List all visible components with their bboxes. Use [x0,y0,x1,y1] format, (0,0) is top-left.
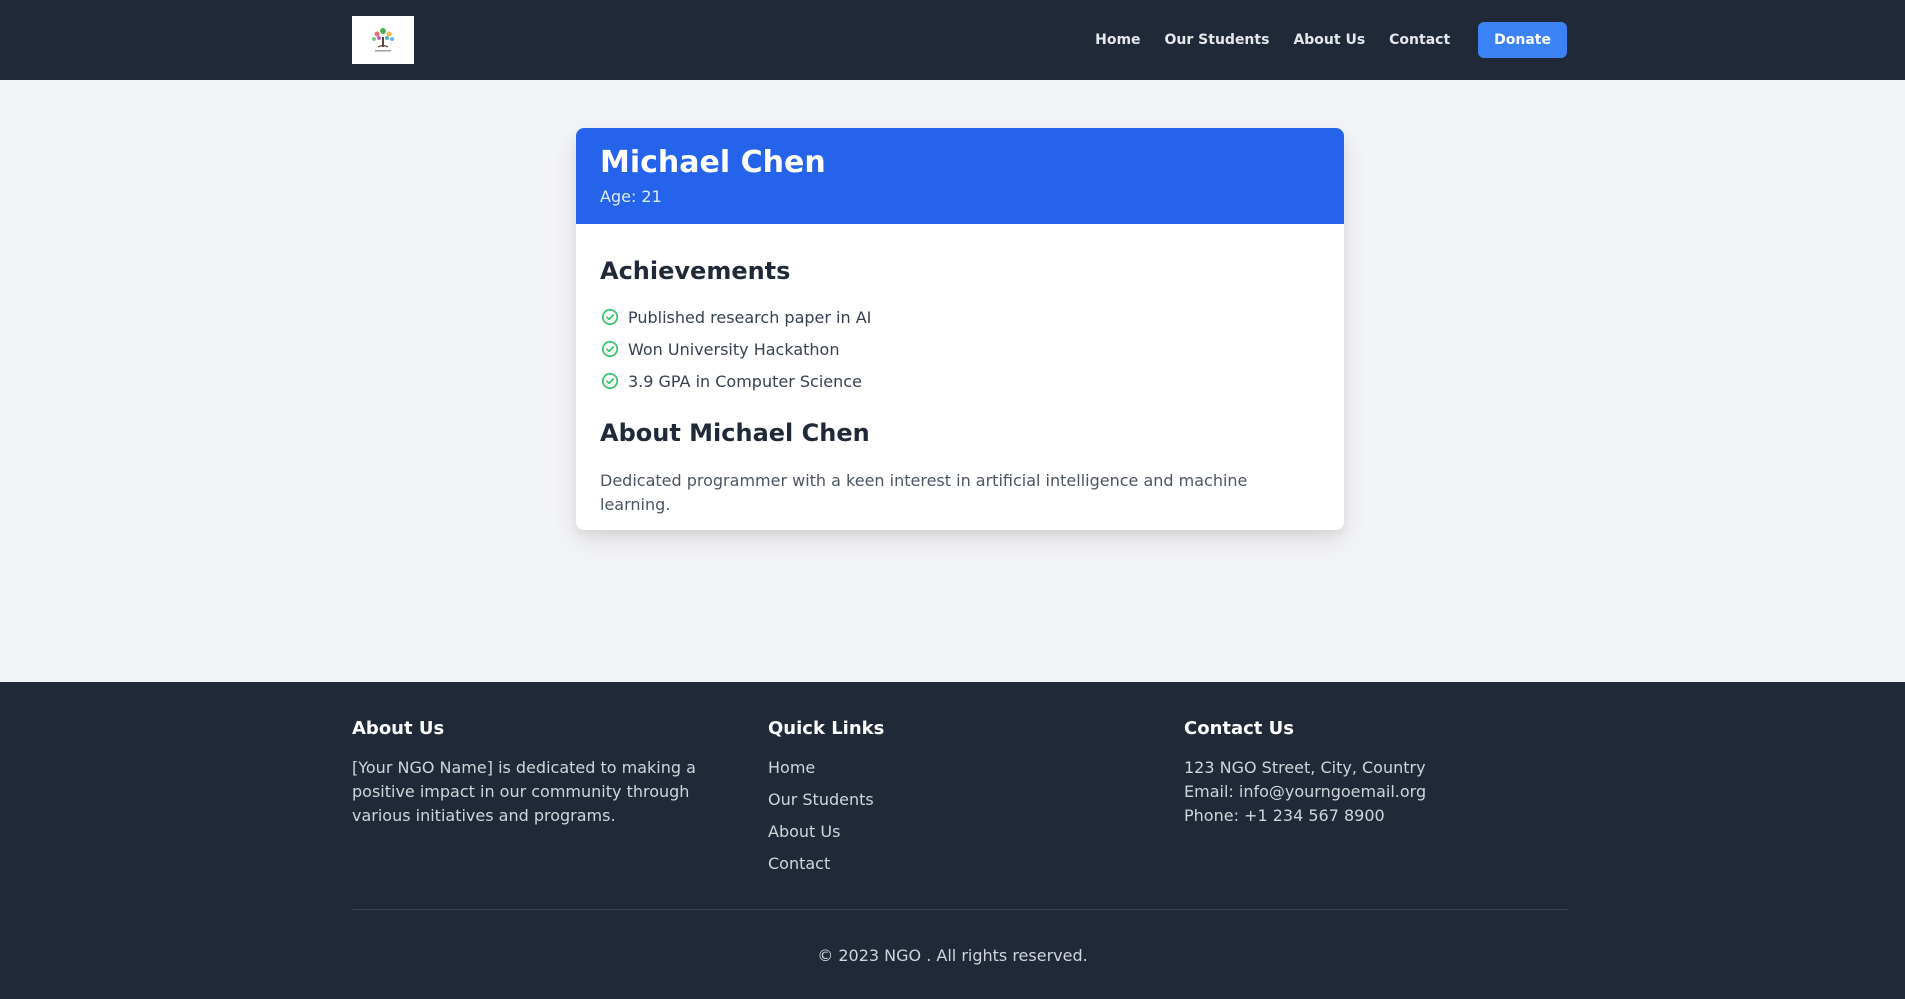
footer-contact-title: Contact Us [1184,718,1295,739]
achievement-text: 3.9 GPA in Computer Science [628,371,862,391]
footer-about-section: About Us [Your NGO Name] is dedicated to… [352,716,742,828]
nav-contact-link[interactable]: Contact [1389,32,1450,48]
achievements-title: Achievements [600,257,791,285]
check-circle-icon [602,373,618,389]
tree-logo-icon [372,28,394,52]
achievement-text: Published research paper in AI [628,307,872,327]
student-age: Age: 21 [600,187,662,206]
achievement-item: 3.9 GPA in Computer Science [600,365,1320,397]
about-student-title: About Michael Chen [600,419,870,447]
footer-quick-links-section: Quick Links Home Our Students About Us C… [768,716,1158,884]
check-circle-icon [602,309,618,325]
footer-our-students-link[interactable]: Our Students [768,790,874,809]
footer-about-title: About Us [352,718,445,739]
footer-contact-link[interactable]: Contact [768,854,830,873]
footer-links-title: Quick Links [768,718,885,739]
about-student-text: Dedicated programmer with a keen interes… [600,471,1248,514]
profile-header: Michael Chen Age: 21 [576,128,1344,224]
nav-about-us-link[interactable]: About Us [1293,32,1365,48]
footer-phone: Phone: +1 234 567 8900 [1184,806,1385,825]
footer-links-list: Home Our Students About Us Contact [768,756,1158,884]
navbar: Home Our Students About Us Contact Donat… [0,0,1905,80]
main-nav: Home Our Students About Us Contact Donat… [1095,22,1567,58]
achievement-text: Won University Hackathon [628,339,840,359]
achievement-item: Published research paper in AI [600,301,1320,333]
achievements-list: Published research paper in AI Won Unive… [600,301,1320,397]
footer-copyright: © 2023 NGO . All rights reserved. [817,946,1088,965]
nav-our-students-link[interactable]: Our Students [1165,32,1270,48]
achievement-item: Won University Hackathon [600,333,1320,365]
profile-body: Achievements Published research paper in… [576,224,1344,517]
footer-address: 123 NGO Street, City, Country [1184,758,1426,777]
footer-email: Email: info@yourngoemail.org [1184,782,1427,801]
footer-about-text: [Your NGO Name] is dedicated to making a… [352,758,696,825]
footer-contact-details: 123 NGO Street, City, Country Email: inf… [1184,756,1574,828]
nav-home-link[interactable]: Home [1095,32,1140,48]
logo[interactable] [352,16,414,64]
footer-home-link[interactable]: Home [768,758,815,777]
footer: About Us [Your NGO Name] is dedicated to… [0,682,1905,999]
footer-about-us-link[interactable]: About Us [768,822,840,841]
donate-button[interactable]: Donate [1478,22,1567,58]
footer-divider [352,909,1568,910]
check-circle-icon [602,341,618,357]
student-name: Michael Chen [600,145,826,180]
student-profile-card: Michael Chen Age: 21 Achievements Publis… [576,128,1344,530]
footer-contact-section: Contact Us 123 NGO Street, City, Country… [1184,716,1574,828]
